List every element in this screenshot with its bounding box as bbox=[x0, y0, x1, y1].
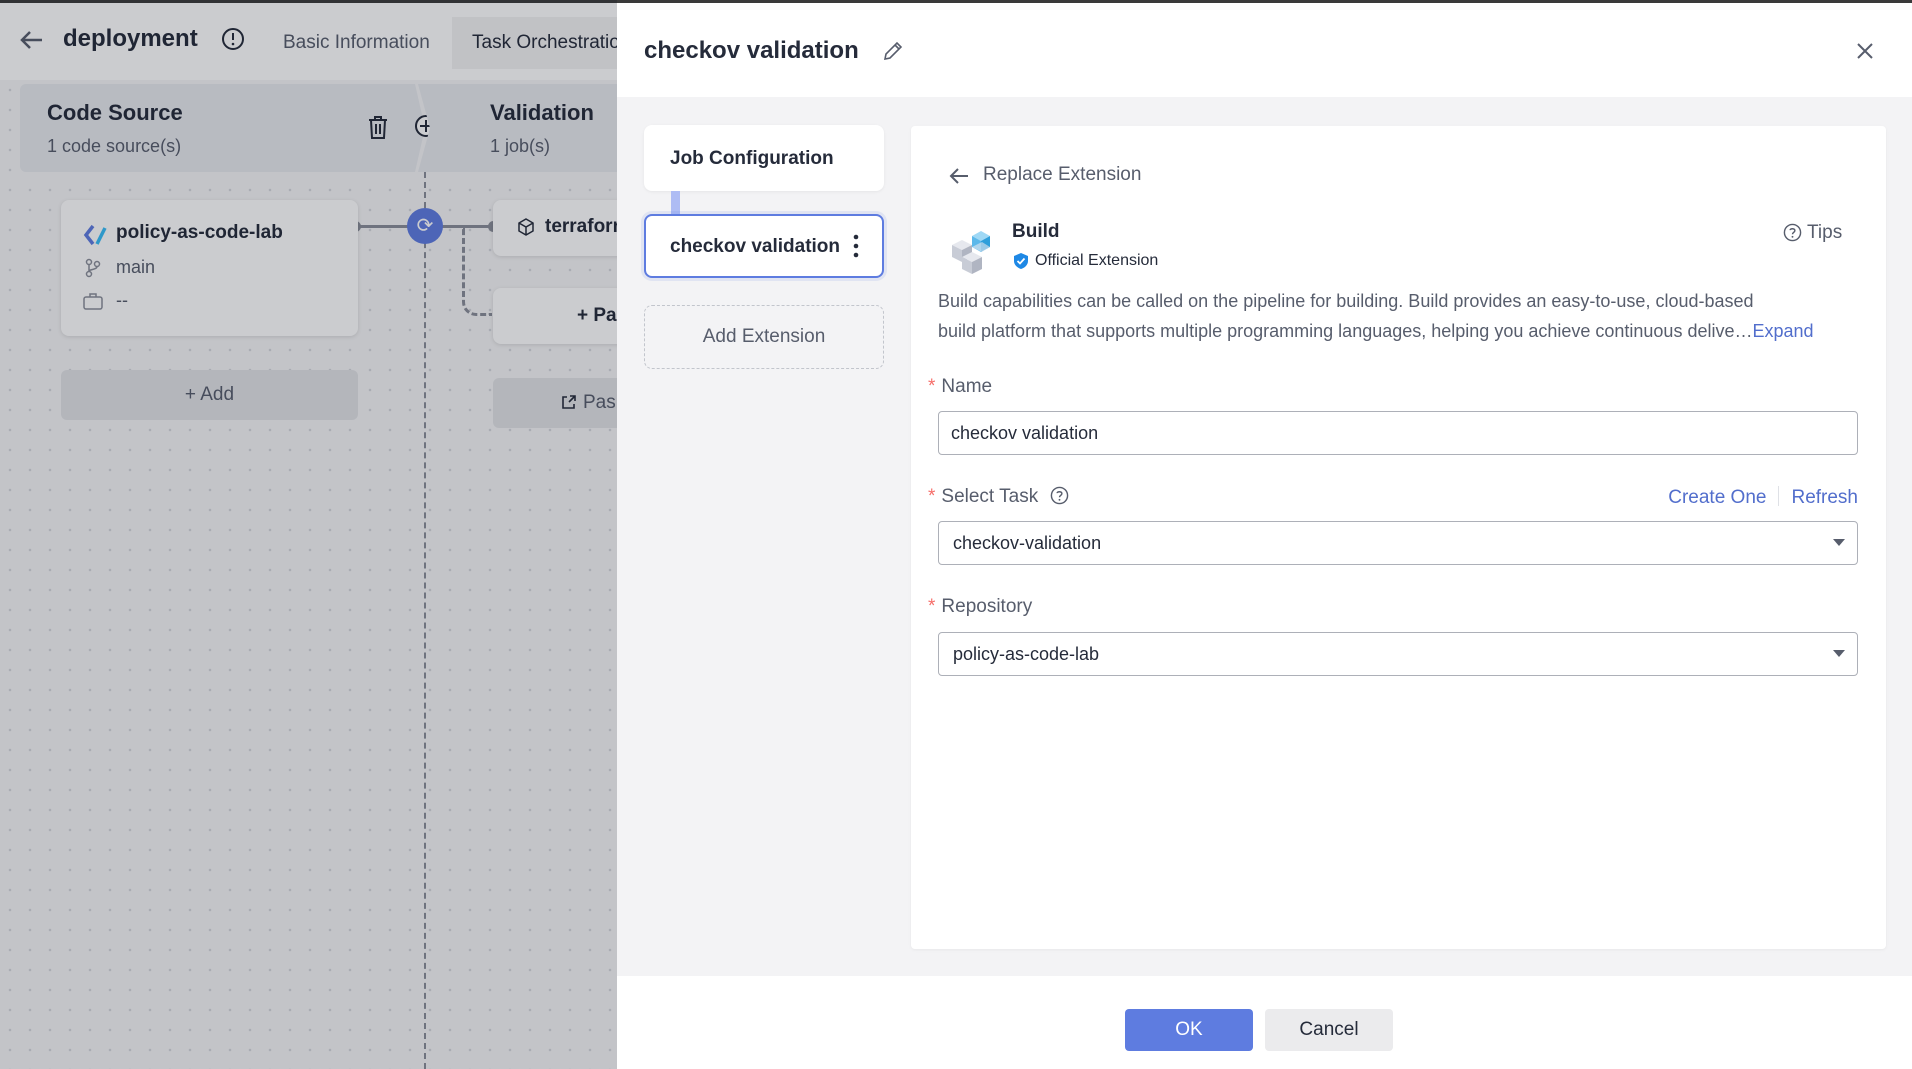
extension-description: Build capabilities can be called on the … bbox=[938, 286, 1858, 346]
repository-dropdown[interactable]: policy-as-code-lab bbox=[938, 632, 1858, 676]
close-icon[interactable] bbox=[1853, 39, 1877, 63]
name-label-text: Name bbox=[941, 376, 993, 397]
expand-link[interactable]: Expand bbox=[1752, 321, 1813, 341]
job-config-drawer: checkov validation Job Configuration che… bbox=[617, 0, 1912, 1069]
cancel-button[interactable]: Cancel bbox=[1265, 1009, 1393, 1051]
caret-down-icon bbox=[1833, 539, 1845, 546]
step-connector bbox=[671, 191, 680, 215]
description-line: build platform that supports multiple pr… bbox=[938, 321, 1753, 341]
link-separator bbox=[1778, 486, 1780, 506]
add-extension-button[interactable]: Add Extension bbox=[644, 305, 884, 369]
step-label: checkov validation bbox=[670, 236, 841, 257]
extension-panel: Replace Extension Build Official Extensi… bbox=[911, 126, 1886, 949]
edit-pencil-icon[interactable] bbox=[881, 39, 905, 63]
name-field-label: * Name bbox=[928, 376, 992, 398]
drawer-title: checkov validation bbox=[644, 37, 859, 64]
ok-button[interactable]: OK bbox=[1125, 1009, 1253, 1051]
step-job-configuration[interactable]: Job Configuration bbox=[644, 125, 884, 191]
caret-down-icon bbox=[1833, 650, 1845, 657]
official-badge-icon bbox=[1014, 253, 1028, 269]
step-checkov-validation[interactable]: checkov validation bbox=[644, 214, 884, 278]
modal-overlay[interactable] bbox=[0, 0, 617, 1069]
help-circle-icon[interactable] bbox=[1783, 223, 1802, 242]
build-extension-icon bbox=[952, 231, 990, 274]
required-mark: * bbox=[928, 596, 936, 617]
drawer-header: checkov validation bbox=[617, 3, 1912, 97]
create-one-link[interactable]: Create One bbox=[1668, 487, 1766, 508]
description-line: Build capabilities can be called on the … bbox=[938, 291, 1754, 311]
arrow-left-icon[interactable] bbox=[948, 165, 970, 187]
add-extension-label: Add Extension bbox=[702, 326, 826, 347]
task-actions: Create One Refresh bbox=[911, 486, 1858, 509]
step-label: Job Configuration bbox=[670, 148, 834, 169]
repository-value: policy-as-code-lab bbox=[953, 644, 1100, 664]
required-mark: * bbox=[928, 376, 936, 397]
refresh-link[interactable]: Refresh bbox=[1791, 487, 1858, 508]
select-task-dropdown[interactable]: checkov-validation bbox=[938, 521, 1858, 565]
repository-field-label: * Repository bbox=[928, 596, 1032, 618]
extension-name: Build bbox=[1012, 221, 1060, 242]
official-extension-label: Official Extension bbox=[1035, 252, 1159, 269]
name-input[interactable]: checkov validation bbox=[938, 411, 1858, 455]
drawer-footer: OK Cancel bbox=[617, 976, 1912, 1069]
more-vertical-icon[interactable] bbox=[852, 232, 860, 260]
replace-extension-link[interactable]: Replace Extension bbox=[983, 164, 1141, 186]
repository-label-text: Repository bbox=[941, 596, 1033, 617]
select-task-value: checkov-validation bbox=[953, 533, 1102, 553]
tips-link[interactable]: Tips bbox=[1807, 222, 1842, 244]
